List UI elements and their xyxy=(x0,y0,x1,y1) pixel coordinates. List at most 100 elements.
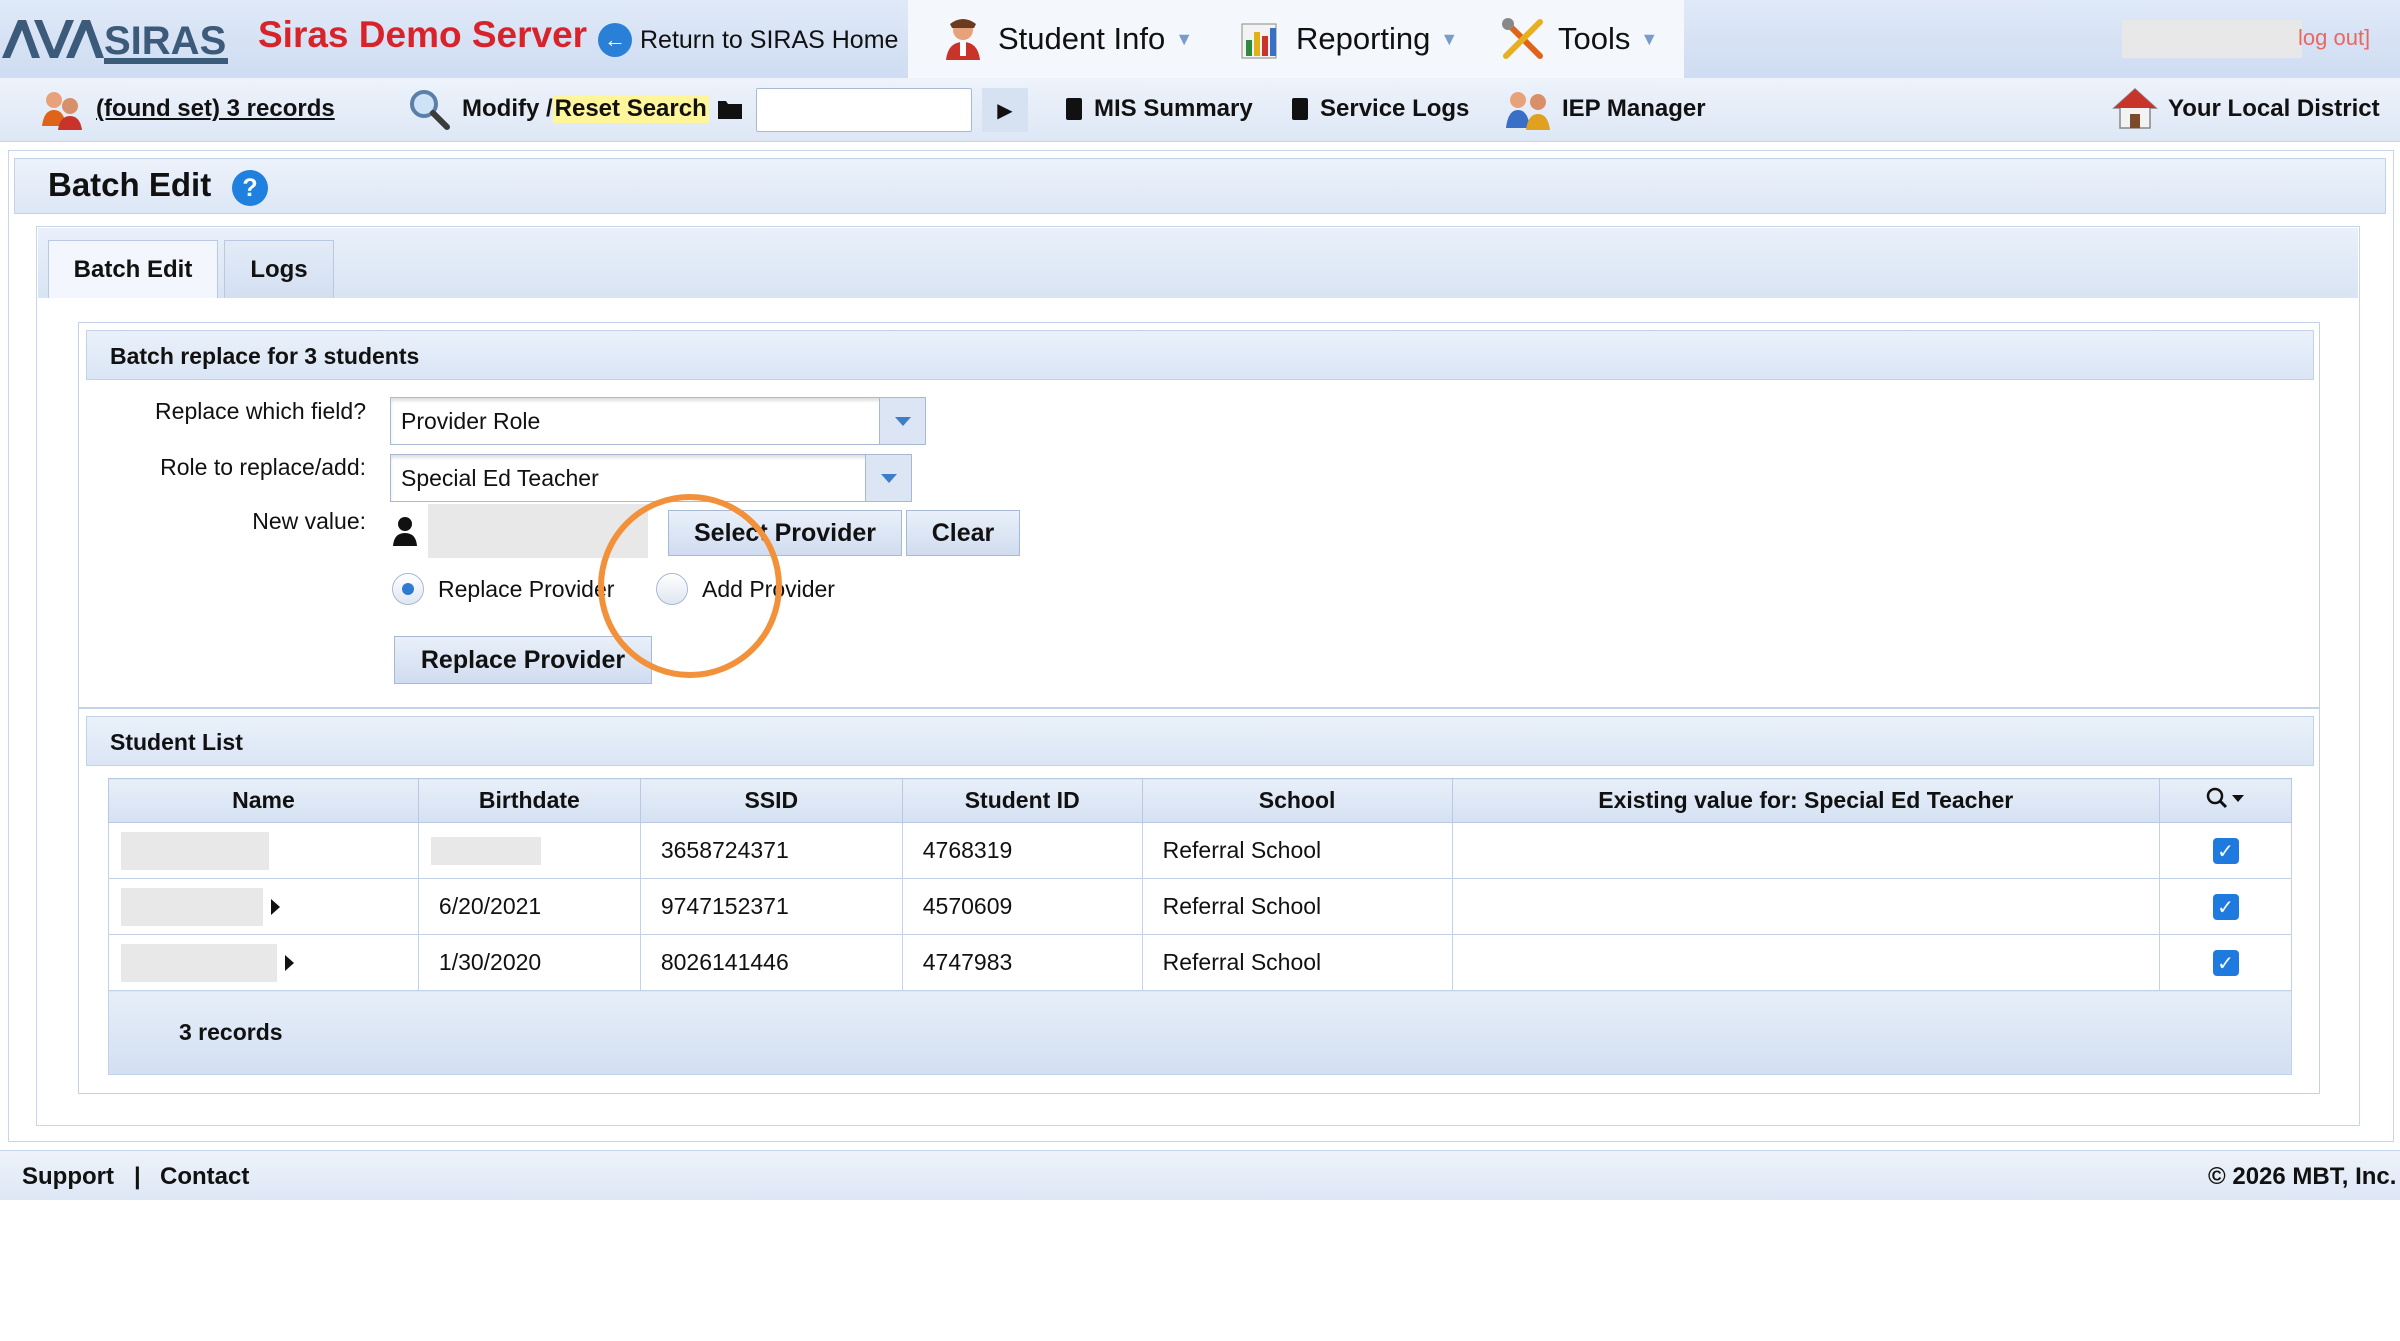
add-provider-radio[interactable] xyxy=(656,573,688,605)
birthdate-redacted xyxy=(430,836,541,865)
search-go-button[interactable]: ▶ xyxy=(982,88,1028,132)
dropdown-arrow-icon[interactable] xyxy=(865,455,911,501)
folder-icon[interactable] xyxy=(717,98,743,120)
clear-button[interactable]: Clear xyxy=(906,510,1020,556)
batch-replace-title: Batch replace for 3 students xyxy=(110,343,420,369)
student-name-cell[interactable] xyxy=(108,878,419,935)
reset-search-link[interactable]: Reset Search xyxy=(552,95,709,123)
student-icon xyxy=(946,19,980,60)
play-arrow-icon: ▶ xyxy=(997,99,1013,122)
menu-student-info-label: Student Info xyxy=(998,21,1166,56)
mis-summary-link[interactable]: MIS Summary xyxy=(1066,84,1253,134)
table-row[interactable]: 6/20/2021 9747152371 4570609 Referral Sc… xyxy=(108,878,2292,935)
expand-arrow-icon[interactable] xyxy=(285,954,294,971)
modify-search-group: Modify / Reset Search xyxy=(408,84,751,134)
select-provider-button[interactable]: Select Provider xyxy=(668,510,902,556)
row-checkbox[interactable]: ✓ xyxy=(2212,894,2239,921)
replace-provider-radio-label[interactable]: Replace Provider xyxy=(438,576,614,603)
document-icon xyxy=(1066,98,1082,120)
search-filter-icon xyxy=(2206,787,2244,808)
new-value-label: New value: xyxy=(252,508,366,534)
column-header-ssid[interactable]: SSID xyxy=(639,778,903,823)
record-count: 3 records xyxy=(108,990,2292,1075)
select-cell: ✓ xyxy=(2159,878,2292,935)
table-header-row: Name Birthdate SSID Student ID School Ex… xyxy=(108,778,2292,823)
mis-summary-label: MIS Summary xyxy=(1094,95,1253,122)
house-icon xyxy=(2112,87,2158,129)
birthdate-cell: 6/20/2021 xyxy=(417,878,641,935)
existing-value-cell xyxy=(1451,878,2161,935)
student-name-redacted xyxy=(121,943,277,982)
page-title: Batch Edit xyxy=(48,166,212,203)
radio-selected-dot xyxy=(402,583,414,595)
help-icon[interactable]: ? xyxy=(232,170,268,206)
app-title: Siras Demo Server xyxy=(258,14,588,55)
add-provider-radio-label[interactable]: Add Provider xyxy=(702,576,835,603)
column-header-birthdate[interactable]: Birthdate xyxy=(417,778,641,823)
found-set-link[interactable]: (found set) 3 records xyxy=(40,84,335,134)
search-input[interactable] xyxy=(756,88,972,132)
select-cell: ✓ xyxy=(2159,822,2292,879)
return-home-link[interactable]: ← Return to SIRAS Home xyxy=(598,22,898,58)
student-name-cell[interactable] xyxy=(108,934,419,991)
column-header-existing-value[interactable]: Existing value for: Special Ed Teacher xyxy=(1451,778,2161,823)
student-list-title: Student List xyxy=(110,729,243,755)
select-cell: ✓ xyxy=(2159,934,2292,991)
page-footer xyxy=(0,1150,2400,1200)
role-value: Special Ed Teacher xyxy=(401,464,599,491)
chevron-down-icon: ▼ xyxy=(1440,28,1459,49)
student-id-cell: 4768319 xyxy=(901,822,1143,879)
expand-arrow-icon[interactable] xyxy=(271,898,280,915)
contact-link[interactable]: Contact xyxy=(160,1163,249,1191)
chevron-down-icon: ▼ xyxy=(1640,28,1659,49)
provider-name-redacted xyxy=(428,504,648,558)
table-row[interactable]: 3658724371 4768319 Referral School ✓ xyxy=(108,822,2292,879)
column-filter-menu[interactable] xyxy=(2159,778,2292,823)
student-name-redacted xyxy=(121,887,263,926)
tab-batch-edit[interactable]: Batch Edit xyxy=(48,240,218,298)
birthdate-cell xyxy=(417,822,641,879)
tabs-bar xyxy=(38,228,2358,298)
role-select[interactable]: Special Ed Teacher xyxy=(390,454,912,502)
column-header-student-id[interactable]: Student ID xyxy=(901,778,1143,823)
replace-provider-radio[interactable] xyxy=(392,573,424,605)
return-home-label: Return to SIRAS Home xyxy=(640,25,899,54)
menu-tools[interactable]: Tools ▼ xyxy=(1500,12,1658,66)
logout-link[interactable]: log out] xyxy=(2298,25,2370,51)
iep-manager-link[interactable]: IEP Manager xyxy=(1504,84,1706,134)
found-set-icon xyxy=(42,92,82,130)
service-logs-label: Service Logs xyxy=(1320,95,1470,122)
ssid-cell: 9747152371 xyxy=(639,878,903,935)
menu-reporting[interactable]: Reporting ▼ xyxy=(1238,12,1458,66)
student-name-cell[interactable] xyxy=(108,822,419,879)
menu-student-info[interactable]: Student Info ▼ xyxy=(940,12,1193,66)
row-checkbox[interactable]: ✓ xyxy=(2212,950,2239,977)
page-title-bar xyxy=(14,158,2386,214)
tab-logs[interactable]: Logs xyxy=(224,240,334,298)
dropdown-arrow-icon[interactable] xyxy=(879,398,925,444)
row-checkbox[interactable]: ✓ xyxy=(2212,838,2239,865)
reporting-icon xyxy=(1241,23,1277,59)
student-id-cell: 4570609 xyxy=(901,878,1143,935)
student-id-cell: 4747983 xyxy=(901,934,1143,991)
siras-logo[interactable]: SIRAS xyxy=(0,8,230,68)
column-header-school[interactable]: School xyxy=(1141,778,1453,823)
table-row[interactable]: 1/30/2020 8026141446 4747983 Referral Sc… xyxy=(108,934,2292,991)
support-link[interactable]: Support xyxy=(22,1163,114,1191)
table-footer-row: 3 records xyxy=(108,990,2292,1075)
service-logs-link[interactable]: Service Logs xyxy=(1292,84,1469,134)
replace-field-select[interactable]: Provider Role xyxy=(390,397,926,445)
school-cell: Referral School xyxy=(1141,878,1453,935)
role-label: Role to replace/add: xyxy=(160,454,366,480)
footer-separator: | xyxy=(134,1163,141,1190)
existing-value-cell xyxy=(1451,822,2161,879)
column-header-name[interactable]: Name xyxy=(108,778,419,823)
local-district-label: Your Local District xyxy=(2168,95,2380,122)
replace-field-label: Replace which field? xyxy=(155,398,366,424)
local-district-link[interactable]: Your Local District xyxy=(2112,84,2380,134)
replace-provider-button[interactable]: Replace Provider xyxy=(394,636,652,684)
modify-link[interactable]: Modify / xyxy=(462,95,553,123)
school-cell: Referral School xyxy=(1141,822,1453,879)
birthdate-cell: 1/30/2020 xyxy=(417,934,641,991)
existing-value-cell xyxy=(1451,934,2161,991)
